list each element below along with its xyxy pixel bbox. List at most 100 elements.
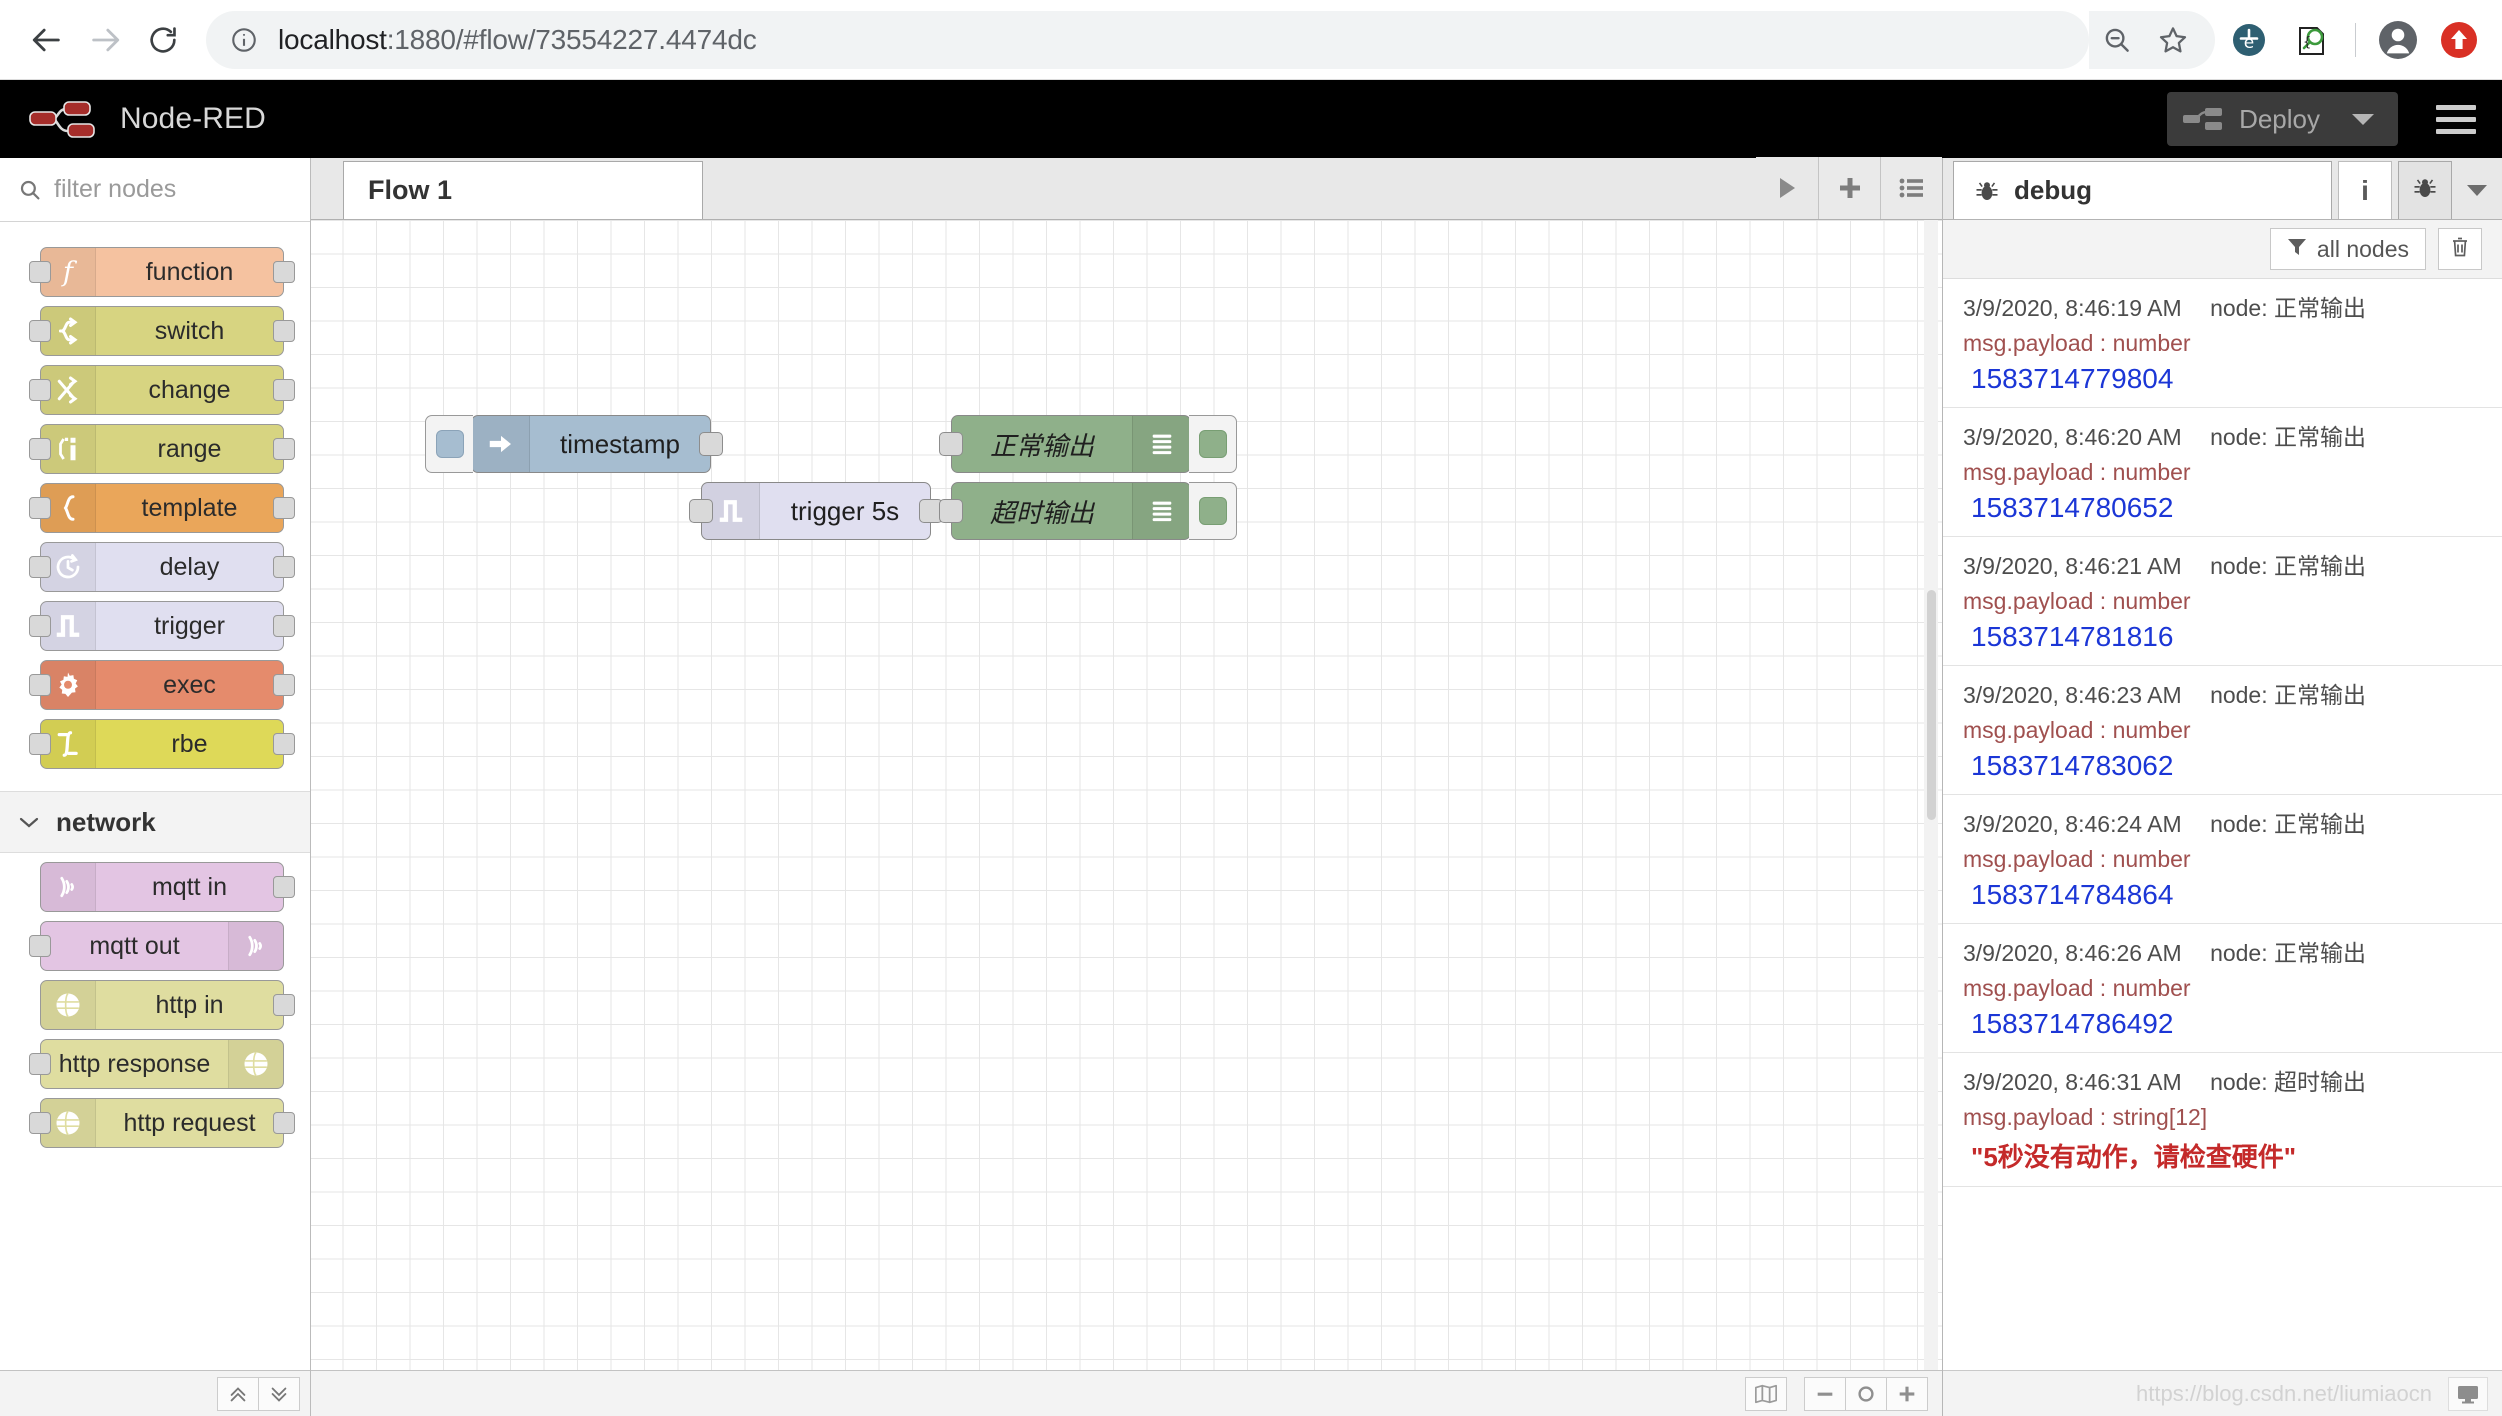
output-port[interactable] — [273, 615, 295, 637]
back-icon[interactable] — [18, 11, 76, 69]
collapse-all-icon[interactable] — [217, 1376, 259, 1411]
canvas-scrollbar[interactable] — [1924, 220, 1938, 1370]
palette-category-network[interactable]: network — [0, 791, 310, 853]
palette-node-switch[interactable]: switch — [29, 306, 295, 356]
output-port[interactable] — [273, 438, 295, 460]
navigator-map-icon[interactable] — [1745, 1376, 1787, 1411]
main-menu-button[interactable] — [2432, 97, 2480, 142]
filter-nodes-button[interactable]: all nodes — [2269, 228, 2426, 270]
output-port[interactable] — [273, 320, 295, 342]
palette-node-range[interactable]: range — [29, 424, 295, 474]
extension-inspect-icon[interactable]: { — [2283, 12, 2339, 68]
debug-message[interactable]: 3/9/2020, 8:46:24 AM node: 正常输出 msg.payl… — [1943, 795, 2502, 924]
input-port[interactable] — [29, 497, 51, 519]
sidebar-options-chevron-down-icon[interactable] — [2452, 161, 2502, 219]
input-port[interactable] — [29, 935, 51, 957]
add-flow-icon[interactable] — [1818, 157, 1880, 219]
wifi-icon — [228, 922, 283, 970]
tab-debug[interactable]: debug — [1953, 161, 2332, 219]
profile-avatar-icon[interactable] — [2372, 14, 2424, 66]
palette-node-http-request[interactable]: http request — [29, 1098, 295, 1148]
input-port[interactable] — [29, 556, 51, 578]
display-icon[interactable] — [2448, 1376, 2488, 1411]
debug-toggle-button[interactable] — [1189, 482, 1237, 540]
deploy-button[interactable]: Deploy — [2167, 92, 2398, 146]
input-port[interactable] — [29, 1112, 51, 1134]
list-flows-icon[interactable] — [1880, 157, 1942, 219]
debug-message-time: 3/9/2020, 8:46:24 AM — [1963, 811, 2182, 837]
flow-node-dbg2[interactable]: 超时输出 — [939, 482, 1237, 540]
palette-search[interactable] — [0, 158, 310, 222]
input-port[interactable] — [29, 674, 51, 696]
flow-node-trigger[interactable]: trigger 5s — [689, 482, 943, 540]
toolbar-divider — [2355, 22, 2356, 57]
palette-node-http-response[interactable]: http response — [29, 1039, 284, 1089]
debug-message[interactable]: 3/9/2020, 8:46:19 AM node: 正常输出 msg.payl… — [1943, 279, 2502, 408]
address-bar[interactable]: localhost:1880/#flow/73554227.4474dc — [206, 10, 2089, 69]
palette-node-exec[interactable]: exec — [29, 660, 295, 710]
flow-node-label: 超时输出 — [989, 497, 1094, 528]
extension-e-icon[interactable]: e — [2221, 12, 2277, 68]
update-available-icon[interactable] — [2434, 15, 2484, 65]
debug-message-time: 3/9/2020, 8:46:20 AM — [1963, 424, 2182, 450]
input-port[interactable] — [939, 432, 963, 456]
input-port[interactable] — [29, 615, 51, 637]
palette-node-trigger[interactable]: trigger — [29, 601, 295, 651]
clear-log-button[interactable] — [2438, 228, 2482, 270]
debug-message[interactable]: 3/9/2020, 8:46:23 AM node: 正常输出 msg.payl… — [1943, 666, 2502, 795]
site-info-icon[interactable] — [230, 26, 258, 54]
info-tab-button[interactable]: i — [2338, 161, 2392, 219]
run-flow-icon[interactable] — [1756, 157, 1818, 219]
input-port[interactable] — [29, 733, 51, 755]
output-port[interactable] — [273, 876, 295, 898]
forward-icon[interactable] — [76, 11, 134, 69]
flow-node-dbg1[interactable]: 正常输出 — [939, 415, 1237, 473]
reload-icon[interactable] — [134, 11, 192, 69]
chevron-down-icon[interactable] — [2346, 111, 2392, 127]
input-port[interactable] — [29, 320, 51, 342]
output-port[interactable] — [273, 674, 295, 696]
debug-toggle-button[interactable] — [1189, 415, 1237, 473]
palette-node-delay[interactable]: delay — [29, 542, 295, 592]
bookmark-star-icon[interactable] — [2145, 12, 2201, 68]
zoom-out-icon[interactable] — [1804, 1376, 1846, 1411]
input-port[interactable] — [689, 499, 713, 523]
output-port[interactable] — [273, 556, 295, 578]
navigator-group — [1745, 1376, 1787, 1411]
debug-message-list[interactable]: 3/9/2020, 8:46:19 AM node: 正常输出 msg.payl… — [1943, 278, 2502, 1370]
flow-canvas[interactable]: timestamp trigger 5s 正常输出超时输出 — [311, 220, 1942, 1370]
output-port[interactable] — [273, 994, 295, 1016]
output-port[interactable] — [273, 379, 295, 401]
debug-message[interactable]: 3/9/2020, 8:46:31 AM node: 超时输出 msg.payl… — [1943, 1053, 2502, 1187]
zoom-out-icon[interactable] — [2089, 12, 2145, 68]
output-port[interactable] — [699, 432, 723, 456]
expand-all-icon[interactable] — [258, 1376, 300, 1411]
input-port[interactable] — [29, 438, 51, 460]
zoom-reset-icon[interactable] — [1845, 1376, 1887, 1411]
palette-node-rbe[interactable]: rbe — [29, 719, 295, 769]
palette-node-mqtt-in[interactable]: mqtt in — [40, 862, 295, 912]
input-port[interactable] — [29, 379, 51, 401]
flow-node-inject[interactable]: timestamp — [425, 415, 723, 473]
search-input[interactable] — [54, 175, 292, 204]
inject-trigger-button[interactable] — [425, 415, 473, 473]
output-port[interactable] — [273, 261, 295, 283]
tab-flow-1[interactable]: Flow 1 — [343, 161, 703, 219]
palette-node-mqtt-out[interactable]: mqtt out — [29, 921, 284, 971]
palette-node-change[interactable]: change — [29, 365, 295, 415]
debug-message[interactable]: 3/9/2020, 8:46:20 AM node: 正常输出 msg.payl… — [1943, 408, 2502, 537]
output-port[interactable] — [273, 1112, 295, 1134]
debug-tab-button[interactable] — [2398, 161, 2452, 219]
input-port[interactable] — [939, 499, 963, 523]
input-port[interactable] — [29, 261, 51, 283]
debug-message[interactable]: 3/9/2020, 8:46:21 AM node: 正常输出 msg.payl… — [1943, 537, 2502, 666]
input-port[interactable] — [29, 1053, 51, 1075]
output-port[interactable] — [273, 733, 295, 755]
palette-node-http-in[interactable]: http in — [40, 980, 295, 1030]
output-port[interactable] — [273, 497, 295, 519]
zoom-in-icon[interactable] — [1886, 1376, 1928, 1411]
palette-node-template[interactable]: template — [29, 483, 295, 533]
debug-message[interactable]: 3/9/2020, 8:46:26 AM node: 正常输出 msg.payl… — [1943, 924, 2502, 1053]
palette-node-function[interactable]: f function — [29, 247, 295, 297]
node-red-logo-icon[interactable] — [24, 98, 102, 140]
